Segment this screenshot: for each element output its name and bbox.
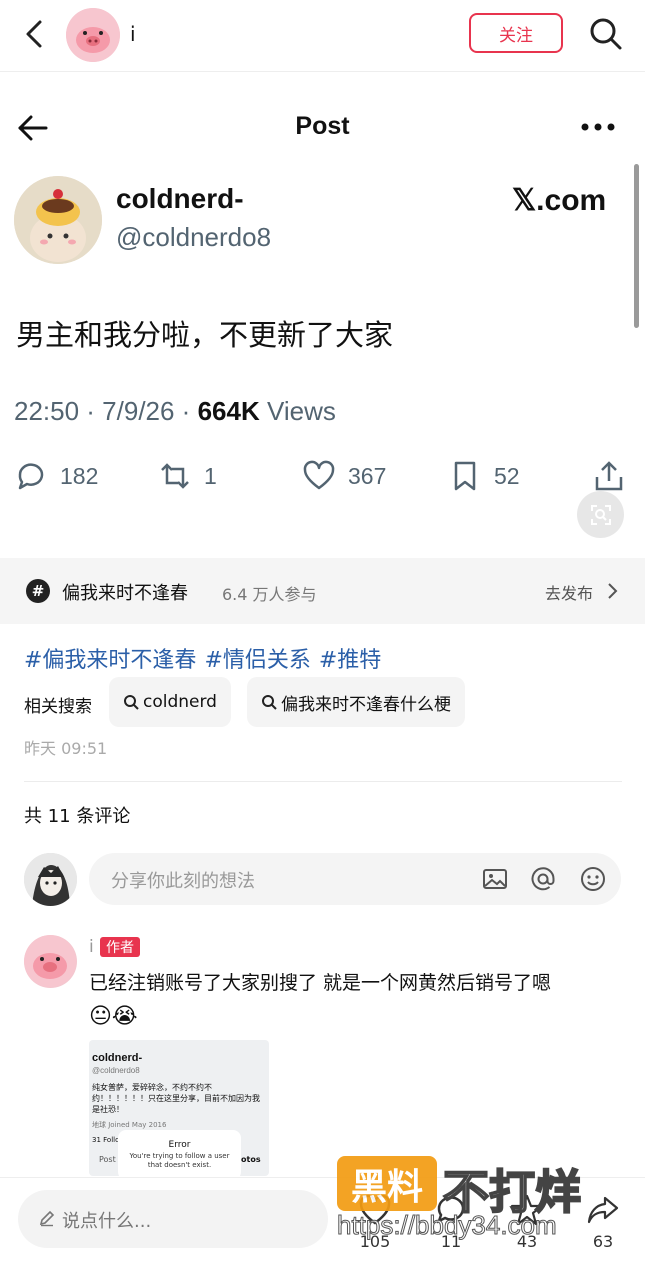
share-icon bbox=[587, 1196, 619, 1224]
my-avatar[interactable] bbox=[24, 853, 77, 906]
star-button[interactable]: 43 bbox=[497, 1192, 557, 1262]
post-timestamp: 昨天 09:51 bbox=[24, 739, 108, 758]
tweet-handle: @coldnerdo8 bbox=[116, 222, 272, 252]
tweet-text: 男主和我分啦，不更新了大家 bbox=[16, 318, 394, 352]
tweet-display-name: coldnerd- bbox=[116, 183, 244, 214]
reply-icon bbox=[18, 463, 44, 490]
more-icon bbox=[581, 123, 615, 131]
like-stat: 367 bbox=[302, 456, 386, 496]
back-icon[interactable] bbox=[20, 16, 48, 52]
search-icon[interactable] bbox=[588, 16, 624, 52]
topic-bar[interactable]: # 偏我来时不逢春 6.4 万人参与 去发布 bbox=[0, 558, 645, 624]
pencil-icon bbox=[39, 1210, 55, 1227]
bookmark-icon bbox=[454, 461, 476, 491]
image-bio: 纯女普萨，爱碎碎念，不约不约不约！！！！！！只在这里分享，目前不加因为我是社恐！ bbox=[92, 1083, 260, 1114]
x-logo: 𝕏.com bbox=[512, 184, 607, 217]
search-icon bbox=[124, 695, 139, 710]
like-count: 367 bbox=[348, 462, 387, 489]
image-error-dialog: Error You're trying to follow a user tha… bbox=[118, 1130, 241, 1176]
image-tab-photos: otos bbox=[241, 1155, 261, 1164]
related-search-label: 相关搜索 bbox=[24, 697, 92, 717]
hashtag-link[interactable]: #偏我来时不逢春 bbox=[24, 648, 196, 673]
repost-stat: 1 bbox=[158, 456, 217, 496]
topic-participants: 6.4 万人参与 bbox=[222, 585, 317, 604]
topic-name: 偏我来时不逢春 bbox=[62, 583, 188, 604]
at-icon[interactable] bbox=[529, 865, 557, 893]
comment-image[interactable]: coldnerd- @coldnerdo8 纯女普萨，爱碎碎念，不约不约不约！！… bbox=[89, 1040, 269, 1176]
topic-publish-link[interactable]: 去发布 bbox=[545, 580, 593, 604]
say-something-placeholder: 说点什么... bbox=[62, 1211, 152, 1232]
top-bar: i 关注 bbox=[0, 0, 645, 72]
follow-button[interactable]: 关注 bbox=[469, 13, 563, 53]
hashtag-list: #偏我来时不逢春 #情侣关系 #推特 bbox=[24, 642, 389, 674]
comment-button[interactable]: 11 bbox=[421, 1192, 481, 1262]
bookmark-stat: 52 bbox=[448, 456, 520, 496]
image-error-title: Error bbox=[168, 1140, 191, 1150]
author-badge: 作者 bbox=[100, 937, 140, 957]
author-avatar[interactable] bbox=[66, 8, 120, 62]
post-header: Post bbox=[0, 100, 645, 156]
tweet-views-label: Views bbox=[266, 396, 336, 426]
bookmark-count: 52 bbox=[494, 462, 520, 489]
chevron-right-icon bbox=[608, 583, 618, 599]
emoji-icon[interactable] bbox=[579, 865, 607, 893]
reply-stat: 182 bbox=[14, 456, 98, 496]
tweet-time: 22:50 · 7/9/26 · bbox=[14, 396, 191, 426]
image-search-button[interactable] bbox=[577, 491, 624, 538]
share-count: 63 bbox=[592, 1232, 614, 1251]
like-button[interactable]: 105 bbox=[345, 1192, 405, 1262]
comment-input-placeholder: 分享你此刻的想法 bbox=[111, 871, 255, 892]
image-error-body: You're trying to follow a user that does… bbox=[129, 1152, 230, 1169]
search-icon bbox=[262, 695, 277, 710]
scan-icon bbox=[590, 504, 611, 525]
divider bbox=[24, 781, 622, 782]
image-display-name: coldnerd- bbox=[92, 1052, 143, 1064]
image-meta: 地球 Joined May 2016 bbox=[92, 1121, 167, 1129]
bottom-bar: 说点什么... 105 11 43 63 bbox=[0, 1177, 645, 1280]
say-something-input[interactable]: 说点什么... bbox=[18, 1190, 328, 1248]
hashtag-link[interactable]: #情侣关系 bbox=[204, 648, 310, 673]
image-icon[interactable] bbox=[481, 865, 509, 893]
repost-icon bbox=[161, 463, 189, 489]
related-search-text: coldnerd bbox=[143, 692, 217, 712]
related-search-chip[interactable]: 偏我来时不逢春什么梗 bbox=[247, 677, 465, 727]
share-stat bbox=[592, 456, 626, 496]
upload-icon bbox=[595, 461, 623, 491]
comment-input[interactable]: 分享你此刻的想法 bbox=[89, 853, 621, 905]
heart-icon bbox=[303, 460, 335, 490]
share-button[interactable]: 63 bbox=[573, 1192, 633, 1262]
scrollbar bbox=[634, 164, 639, 328]
commenter-avatar[interactable] bbox=[24, 935, 77, 988]
hashtag-icon: # bbox=[26, 579, 50, 603]
repost-count: 1 bbox=[204, 462, 217, 489]
comment-emoji: 😐😭 bbox=[89, 1004, 138, 1029]
post-title: Post bbox=[295, 112, 350, 140]
comment-text: 已经注销账号了大家别搜了 就是一个网黄然后销号了嗯 bbox=[89, 972, 552, 994]
tweet-avatar bbox=[14, 176, 102, 264]
heart-icon bbox=[359, 1194, 391, 1225]
tweet-views-count: 664K bbox=[197, 396, 260, 426]
related-search-chip[interactable]: coldnerd bbox=[109, 677, 231, 727]
tweet-actions: 182 1 367 52 bbox=[0, 456, 645, 496]
image-tab-posts: Post bbox=[99, 1155, 116, 1164]
hashtag-link[interactable]: #推特 bbox=[319, 648, 381, 673]
tweet-meta: 22:50 · 7/9/26 · 664K Views bbox=[14, 396, 336, 427]
author-username[interactable]: i bbox=[130, 22, 136, 46]
comment-count: 11 bbox=[440, 1232, 462, 1251]
star-icon bbox=[510, 1194, 544, 1226]
image-handle: @coldnerdo8 bbox=[92, 1066, 140, 1075]
comment-icon bbox=[436, 1196, 465, 1224]
reply-count: 182 bbox=[60, 462, 99, 489]
comment-count: 共 11 条评论 bbox=[24, 806, 131, 827]
like-count: 105 bbox=[359, 1232, 391, 1251]
image-following: 31 Follo bbox=[92, 1136, 120, 1144]
star-count: 43 bbox=[516, 1232, 538, 1251]
commenter-name[interactable]: i bbox=[89, 937, 94, 957]
related-search-text: 偏我来时不逢春什么梗 bbox=[281, 694, 451, 715]
